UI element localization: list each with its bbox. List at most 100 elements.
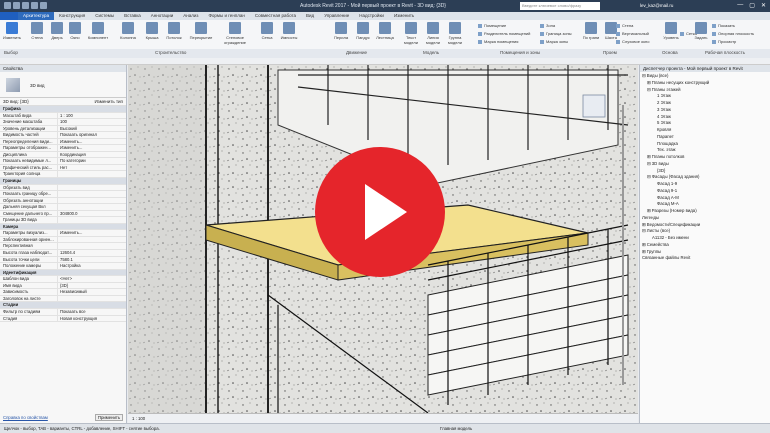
wall-button[interactable]: Стена — [26, 22, 48, 40]
property-value[interactable]: Координация — [58, 152, 126, 158]
browser-item[interactable]: Связанные файлы Revit — [642, 255, 768, 262]
active-model[interactable]: Главная модель — [440, 426, 472, 431]
browser-item[interactable]: ⊞ Разрезы (Номер вида) — [642, 208, 768, 215]
tab-architecture[interactable]: Архитектура — [18, 12, 55, 20]
browser-item[interactable]: ⊞ Планы несущих конструкций — [642, 80, 768, 87]
properties-help-link[interactable]: Справка по свойствам — [3, 415, 48, 420]
property-value[interactable] — [58, 243, 126, 249]
window-button[interactable]: Окно — [64, 22, 86, 40]
browser-item[interactable]: 3 Этаж — [642, 107, 768, 114]
view-selector[interactable]: 3D вид: {3D} — [3, 99, 29, 104]
property-value[interactable]: Показать оригинал — [58, 132, 126, 138]
property-value[interactable]: 12604.4 — [58, 250, 126, 256]
model-text-button[interactable]: Текст модели — [400, 22, 422, 45]
model-group-button[interactable]: Группа модели — [444, 22, 466, 45]
set-workplane-button[interactable]: Задать — [690, 22, 712, 40]
property-value[interactable]: Новая конструкция — [58, 316, 126, 322]
model-line-button[interactable]: Линия модели — [422, 22, 444, 45]
browser-item[interactable]: ⊞ Ведомости/Спецификации — [642, 222, 768, 229]
browser-item[interactable]: Фасад 9-1 — [642, 188, 768, 195]
property-value[interactable] — [58, 296, 126, 302]
tab-collaborate[interactable]: Совместная работа — [250, 12, 301, 20]
property-value[interactable] — [58, 198, 126, 204]
property-value[interactable]: Показать все — [58, 309, 126, 315]
browser-item[interactable]: Фасад М-А — [642, 201, 768, 208]
property-value[interactable] — [58, 237, 126, 243]
floor-button[interactable]: Перекрытие — [188, 22, 214, 40]
room-tag-button[interactable]: Марка помещения — [478, 39, 518, 44]
area-tag-button[interactable]: Марка зоны — [540, 39, 568, 44]
property-value[interactable]: Настройка — [58, 263, 126, 269]
maximize-button[interactable]: ▢ — [749, 2, 755, 9]
tab-massing[interactable]: Формы и генплан — [204, 12, 250, 20]
save-icon[interactable] — [13, 2, 20, 9]
browser-item[interactable]: ⊞ Группы — [642, 249, 768, 256]
tab-analyze[interactable]: Анализ — [178, 12, 203, 20]
apply-button[interactable]: Применить — [95, 414, 123, 421]
property-value[interactable]: 7580.1 — [58, 257, 126, 263]
browser-item[interactable]: ⊟ 3D виды — [642, 161, 768, 168]
stair-button[interactable]: Лестница — [374, 22, 396, 40]
viewcube-icon[interactable] — [582, 94, 606, 118]
room-button[interactable]: Помещение — [478, 23, 506, 28]
undo-icon[interactable] — [22, 2, 29, 9]
viewer-button[interactable]: Просмотр — [712, 39, 736, 44]
browser-item[interactable]: Площадка — [642, 141, 768, 148]
browser-item[interactable]: ⊟ Фасады (Фасад здания) — [642, 174, 768, 181]
browser-item[interactable]: Легенды — [642, 215, 768, 222]
property-row[interactable]: Стадия Новая конструкция — [0, 315, 126, 323]
by-face-button[interactable]: По грани — [580, 22, 602, 40]
edit-type-button[interactable]: Изменить тип — [94, 99, 123, 104]
user-account[interactable]: lev_kaz@mail.ru — [640, 3, 673, 8]
property-value[interactable]: <Нет> — [58, 276, 126, 282]
property-value[interactable]: Нет — [58, 165, 126, 171]
level-button[interactable]: Уровень — [660, 22, 682, 40]
tab-modify[interactable]: Изменить — [389, 12, 419, 20]
browser-item[interactable]: 1 Этаж — [642, 93, 768, 100]
mullion-button[interactable]: Импосты — [278, 22, 300, 40]
property-value[interactable]: Изменить... — [58, 139, 126, 145]
browser-item[interactable]: {3D} — [642, 168, 768, 175]
browser-item[interactable]: Парапет — [642, 134, 768, 141]
ceiling-button[interactable]: Потолок — [163, 22, 185, 40]
browser-item[interactable]: 2 Этаж — [642, 100, 768, 107]
curtain-grid-button[interactable]: Сетка — [256, 22, 278, 40]
property-value[interactable]: 304800.0 — [58, 211, 126, 217]
component-button[interactable]: Компонент — [84, 22, 112, 40]
modify-button[interactable]: Изменить — [2, 22, 22, 40]
curtain-system-button[interactable]: Стеновое ограждение — [220, 22, 250, 45]
dormer-button[interactable]: Слуховое окно — [616, 39, 649, 44]
minimize-button[interactable]: — — [737, 2, 743, 9]
ref-plane-button[interactable]: Опорная плоскость — [712, 31, 754, 36]
3d-viewport[interactable] — [128, 65, 638, 413]
open-icon[interactable] — [4, 2, 11, 9]
video-play-button[interactable] — [315, 147, 445, 277]
browser-item[interactable]: А1132 - Без имени — [642, 235, 768, 242]
ramp-button[interactable]: Пандус — [352, 22, 374, 40]
browser-item[interactable]: 4 Этаж — [642, 114, 768, 121]
close-button[interactable]: ✕ — [761, 2, 766, 9]
property-value[interactable] — [58, 191, 126, 197]
tab-addins[interactable]: Надстройки — [354, 12, 389, 20]
property-value[interactable]: Изменить... — [58, 230, 126, 236]
property-value[interactable] — [58, 217, 126, 223]
property-value[interactable]: 100 — [58, 119, 126, 125]
quick-access-toolbar[interactable] — [4, 2, 47, 9]
browser-item[interactable]: ⊞ Планы потолков — [642, 154, 768, 161]
browser-item[interactable]: Фасад 1-9 — [642, 181, 768, 188]
property-value[interactable]: Независимый — [58, 289, 126, 295]
browser-item[interactable]: Кровля — [642, 127, 768, 134]
property-value[interactable] — [58, 204, 126, 210]
search-input[interactable]: Введите ключевое слово/фразу — [520, 2, 600, 10]
browser-item[interactable]: ⊟ Планы этажей — [642, 87, 768, 94]
tab-systems[interactable]: Системы — [90, 12, 119, 20]
tab-annotate[interactable]: Аннотации — [146, 12, 179, 20]
railing-button[interactable]: Перила — [330, 22, 352, 40]
property-value[interactable]: 1 : 100 — [58, 113, 126, 119]
tab-structure[interactable]: Конструкция — [54, 12, 90, 20]
column-button[interactable]: Колонна — [117, 22, 139, 40]
tab-file[interactable] — [0, 12, 18, 20]
tab-view[interactable]: Вид — [301, 12, 319, 20]
room-separator-button[interactable]: Разделитель помещений — [478, 31, 530, 36]
property-value[interactable]: Высокий — [58, 126, 126, 132]
